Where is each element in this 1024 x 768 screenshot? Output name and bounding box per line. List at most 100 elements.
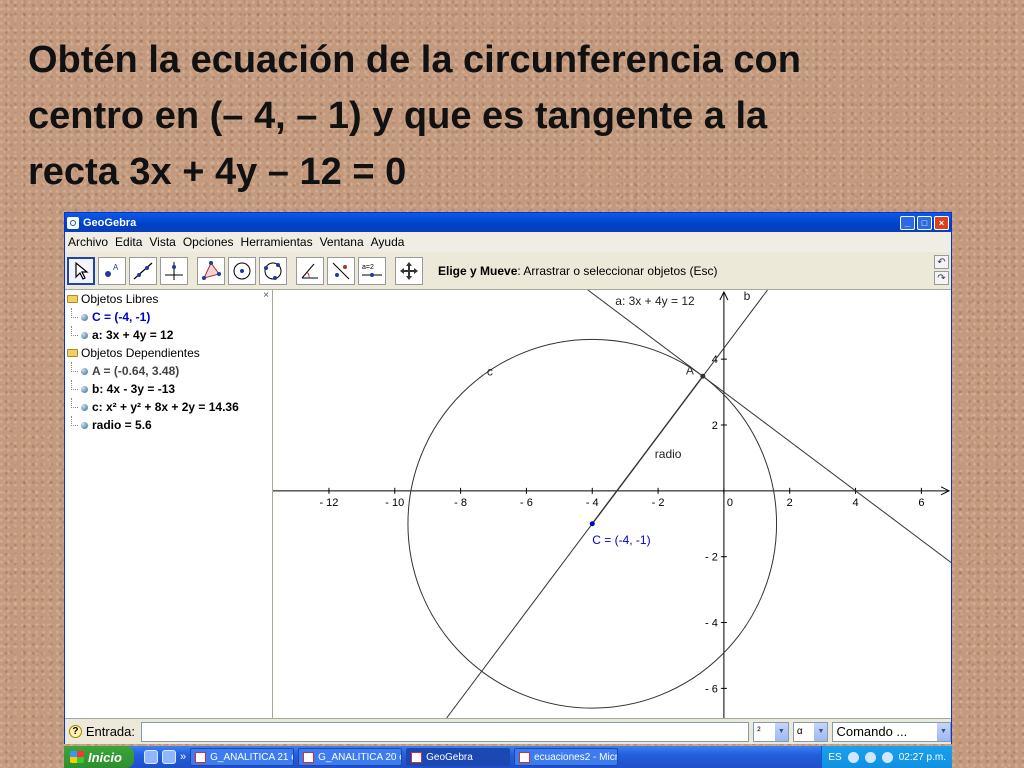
menu-herramientas[interactable]: Herramientas — [241, 235, 313, 249]
reflect-icon — [332, 262, 350, 279]
graphics-view[interactable]: - 12- 10- 8- 6- 4- 20246- 6- 4- 224ca: 3… — [273, 290, 951, 718]
algebra-item[interactable]: A = (-0.64, 3.48) — [65, 362, 272, 380]
slider-tool[interactable]: a=2 — [358, 256, 386, 285]
taskbar-item-label: ecuaciones2 - Micros... — [534, 751, 619, 763]
greek-dropdown[interactable]: α ▼ — [792, 721, 829, 742]
algebra-item[interactable]: c: x² + y² + 8x + 2y = 14.36 — [65, 398, 272, 416]
taskbar-item[interactable]: GeoGebra — [406, 748, 511, 766]
x-tick-label: - 6 — [520, 497, 533, 509]
line-label-b: b — [744, 290, 751, 303]
menu-edita[interactable]: Edita — [115, 235, 142, 249]
command-dropdown[interactable]: Comando ... ▼ — [832, 721, 951, 742]
window-titlebar[interactable]: GeoGebra _ □ × — [65, 213, 951, 232]
menu-archivo[interactable]: Archivo — [68, 235, 108, 249]
circle-three-points-tool[interactable] — [259, 256, 287, 285]
angle-tool[interactable] — [296, 256, 324, 285]
network-icon[interactable] — [847, 751, 859, 763]
x-tick-label: 6 — [918, 497, 924, 509]
angle-icon — [301, 263, 318, 278]
algebra-item-text: radio = 5.6 — [92, 418, 152, 432]
menu-ayuda[interactable]: Ayuda — [371, 235, 405, 249]
free-objects-folder[interactable]: Objetos Libres — [65, 290, 272, 308]
circle-label: c — [487, 365, 493, 379]
point-label: C = (-4, -1) — [592, 533, 650, 547]
windows-logo-icon — [70, 751, 84, 763]
visibility-dot-icon[interactable] — [81, 331, 88, 339]
algebra-item-text: a: 3x + 4y = 12 — [92, 328, 174, 342]
command-input[interactable] — [141, 721, 750, 742]
menubar: Archivo Edita Vista Opciones Herramienta… — [65, 232, 951, 252]
algebra-close-icon[interactable]: × — [263, 290, 269, 301]
visibility-dot-icon[interactable] — [81, 313, 88, 321]
move-tool[interactable] — [67, 256, 95, 285]
move-view-tool[interactable] — [395, 256, 423, 285]
point-tool[interactable]: A — [98, 256, 126, 285]
perpendicular-tool[interactable] — [160, 256, 188, 285]
start-button[interactable]: Inicio — [64, 746, 134, 768]
dependent-objects-folder[interactable]: Objetos Dependientes — [65, 344, 272, 362]
visibility-dot-icon[interactable] — [81, 367, 88, 375]
quick-launch-more[interactable]: » — [180, 751, 186, 763]
chevron-down-icon[interactable]: ▼ — [774, 722, 788, 741]
pointer-icon — [75, 261, 89, 280]
slide-title-line: recta 3x + 4y – 12 = 0 — [28, 151, 407, 193]
command-value: Comando ... — [836, 724, 908, 739]
security-icon[interactable] — [881, 751, 893, 763]
menu-opciones[interactable]: Opciones — [183, 235, 234, 249]
reflect-tool[interactable] — [327, 256, 355, 285]
help-center-icon[interactable] — [162, 750, 176, 764]
visibility-dot-icon[interactable] — [81, 385, 88, 393]
close-button[interactable]: × — [934, 215, 949, 230]
slide-title: Obtén la ecuación de la circunferencia c… — [28, 32, 988, 200]
y-tick-label: - 4 — [705, 618, 718, 630]
x-tick-label: - 10 — [385, 497, 404, 509]
redo-button[interactable]: ↷ — [934, 271, 949, 285]
input-label: Entrada: — [85, 724, 136, 739]
geogebra-icon — [411, 751, 423, 763]
tool-description: Elige y Mueve: Arrastrar o seleccionar o… — [438, 264, 717, 278]
geogebra-window: GeoGebra _ □ × Archivo Edita Vista Opcio… — [64, 212, 952, 744]
segment-radio — [591, 375, 704, 525]
algebra-item[interactable]: b: 4x - 3y = -13 — [65, 380, 272, 398]
free-objects-header: Objetos Libres — [81, 292, 159, 306]
algebra-item[interactable]: radio = 5.6 — [65, 416, 272, 434]
taskbar-item[interactable]: G_ANALITICA 20 circ... — [298, 748, 403, 766]
help-icon[interactable]: ? — [69, 725, 82, 738]
maximize-button[interactable]: □ — [917, 215, 932, 230]
greek-value: α — [796, 726, 803, 737]
symbol-value: ² — [757, 726, 761, 737]
taskbar-item[interactable]: ecuaciones2 - Micros... — [514, 748, 619, 766]
circle-three-points-icon — [264, 262, 282, 280]
visibility-dot-icon[interactable] — [81, 421, 88, 429]
polygon-tool[interactable] — [197, 256, 225, 285]
taskbar-item-label: G_ANALITICA 20 circ... — [318, 751, 401, 763]
circle-center-icon — [233, 262, 251, 279]
language-indicator[interactable]: ES — [828, 752, 841, 763]
menu-vista[interactable]: Vista — [149, 235, 175, 249]
chevron-down-icon[interactable]: ▼ — [814, 722, 828, 741]
visibility-dot-icon[interactable] — [81, 403, 88, 411]
symbol-dropdown[interactable]: ² ▼ — [753, 721, 789, 742]
geometry-plot[interactable]: - 12- 10- 8- 6- 4- 20246- 6- 4- 224ca: 3… — [273, 290, 951, 718]
line-icon — [133, 262, 153, 279]
point-A — [700, 373, 706, 379]
algebra-item[interactable]: a: 3x + 4y = 12 — [65, 326, 272, 344]
circle-center-tool[interactable] — [228, 256, 256, 285]
x-tick-label: 0 — [727, 497, 733, 509]
menu-ventana[interactable]: Ventana — [320, 235, 364, 249]
line-label-a: a: 3x + 4y = 12 — [615, 294, 695, 308]
chevron-down-icon[interactable]: ▼ — [937, 722, 950, 741]
algebra-item[interactable]: C = (-4, -1) — [65, 308, 272, 326]
taskbar-item[interactable]: G_ANALITICA 21 circ... — [190, 748, 295, 766]
point-C — [589, 521, 595, 527]
undo-button[interactable]: ↶ — [934, 255, 949, 269]
algebra-item-text: b: 4x - 3y = -13 — [92, 382, 176, 396]
minimize-button[interactable]: _ — [900, 215, 915, 230]
x-tick-label: 4 — [852, 497, 858, 509]
volume-icon[interactable] — [864, 751, 876, 763]
browser-icon[interactable] — [144, 750, 158, 764]
segment-label: radio — [655, 447, 682, 461]
line-tool[interactable] — [129, 256, 157, 285]
slide-title-line: centro en (– 4, – 1) y que es tangente a… — [28, 95, 768, 137]
y-tick-label: - 2 — [705, 552, 718, 564]
